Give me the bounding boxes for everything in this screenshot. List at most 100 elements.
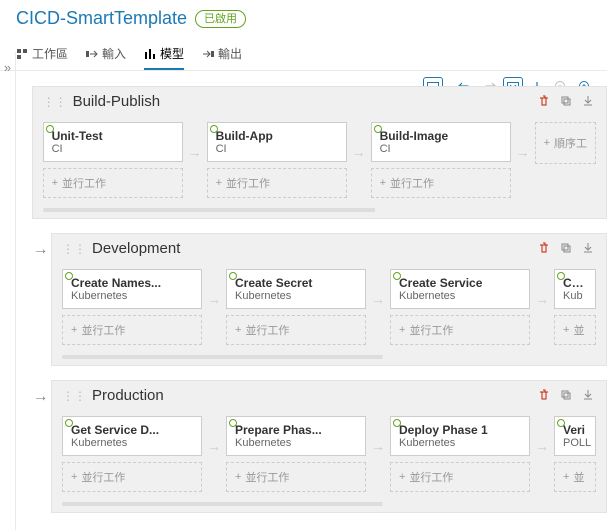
task-name: Unit-Test	[52, 129, 174, 143]
stage: ⋮⋮ProductionGet Service D...Kubernetes+並…	[51, 380, 607, 513]
task-name: Build-Image	[380, 129, 502, 143]
tab-icon	[202, 48, 214, 60]
task-card[interactable]: Build-ImageCI	[371, 122, 511, 162]
pipeline-canvas: ⋮⋮Build-PublishUnit-TestCI+並行工作→Build-Ap…	[18, 82, 607, 530]
download-icon[interactable]	[582, 389, 596, 403]
scrollbar[interactable]	[62, 355, 596, 359]
add-parallel-task-button[interactable]: +並行工作	[390, 462, 530, 492]
add-parallel-task-button[interactable]: + 並行工作	[62, 462, 202, 492]
tab-工作區[interactable]: 工作區	[16, 39, 68, 70]
plus-icon: +	[71, 324, 77, 336]
status-dot-icon	[65, 272, 73, 280]
task-name: Create Service	[399, 276, 521, 290]
add-parallel-task-button[interactable]: +並行工作	[226, 315, 366, 345]
task-arrow-icon: →	[206, 438, 222, 454]
status-dot-icon	[229, 419, 237, 427]
task-card[interactable]: Create SecretKubernetes	[226, 269, 366, 309]
tab-輸入[interactable]: 輸入	[86, 39, 126, 70]
plus-icon: +	[544, 137, 550, 149]
task-type: Kubernetes	[71, 437, 193, 449]
download-icon[interactable]	[582, 95, 596, 109]
drag-handle-icon[interactable]: ⋮⋮	[43, 95, 67, 109]
status-dot-icon	[210, 125, 218, 133]
task-card[interactable]: Unit-TestCI	[43, 122, 183, 162]
add-parallel-task-button[interactable]: + 並行工作	[43, 168, 183, 198]
page-title: CICD-SmartTemplate	[16, 8, 187, 29]
task-card[interactable]: CreaKub	[554, 269, 596, 309]
status-badge: 已啟用	[195, 10, 246, 28]
add-parallel-task-button[interactable]: +並	[554, 462, 596, 492]
task-card[interactable]: Deploy Phase 1Kubernetes	[390, 416, 530, 456]
plus-icon: +	[235, 471, 241, 483]
add-sequential-task-button[interactable]: +順序工	[535, 122, 596, 164]
add-parallel-task-button[interactable]: + 並行工作	[371, 168, 511, 198]
stage: ⋮⋮DevelopmentCreate Names...Kubernetes+並…	[51, 233, 607, 366]
copy-icon[interactable]	[560, 95, 574, 109]
status-dot-icon	[557, 419, 565, 427]
tab-模型[interactable]: 模型	[144, 39, 184, 70]
task-name: Build-App	[216, 129, 338, 143]
task-name: Prepare Phas...	[235, 423, 357, 437]
task-name: Create Names...	[71, 276, 193, 290]
add-parallel-task-button[interactable]: +並行工作	[226, 462, 366, 492]
tab-label: 工作區	[32, 45, 68, 62]
delete-icon[interactable]	[538, 242, 552, 256]
tab-icon	[16, 48, 28, 60]
status-dot-icon	[557, 272, 565, 280]
task-card[interactable]: Create ServiceKubernetes	[390, 269, 530, 309]
plus-icon: +	[399, 324, 405, 336]
parallel-label: 並行工作	[409, 469, 453, 485]
plus-icon: +	[380, 177, 386, 189]
status-dot-icon	[46, 125, 54, 133]
plus-icon: +	[235, 324, 241, 336]
drag-handle-icon[interactable]: ⋮⋮	[62, 389, 86, 403]
task-arrow-icon: →	[370, 291, 386, 307]
task-arrow-icon: →	[515, 144, 531, 160]
status-dot-icon	[229, 272, 237, 280]
scrollbar[interactable]	[62, 502, 596, 506]
task-card[interactable]: Build-AppCI	[207, 122, 347, 162]
status-dot-icon	[374, 125, 382, 133]
status-dot-icon	[65, 419, 73, 427]
delete-icon[interactable]	[538, 389, 552, 403]
copy-icon[interactable]	[560, 242, 574, 256]
add-parallel-task-button[interactable]: +並行工作	[207, 168, 347, 198]
delete-icon[interactable]	[538, 95, 552, 109]
task-type: Kubernetes	[71, 290, 193, 302]
parallel-label: 並行工作	[62, 175, 106, 191]
task-arrow-icon: →	[370, 438, 386, 454]
tab-icon	[144, 48, 156, 60]
task-card[interactable]: Prepare Phas...Kubernetes	[226, 416, 366, 456]
parallel-label: 並行工作	[409, 322, 453, 338]
task-card[interactable]: VeriPOLL	[554, 416, 596, 456]
task-type: Kub	[563, 290, 587, 302]
task-arrow-icon: →	[534, 291, 550, 307]
plus-icon: +	[563, 324, 569, 336]
chevron-right-icon: »	[4, 60, 11, 75]
task-arrow-icon: →	[351, 144, 367, 160]
stage: ⋮⋮Build-PublishUnit-TestCI+並行工作→Build-Ap…	[32, 86, 607, 219]
task-type: CI	[52, 143, 174, 155]
add-parallel-task-button[interactable]: + 並行工作	[390, 315, 530, 345]
sidebar-expand[interactable]: »	[0, 52, 16, 530]
drag-handle-icon[interactable]: ⋮⋮	[62, 242, 86, 256]
task-type: Kubernetes	[235, 290, 357, 302]
status-dot-icon	[393, 419, 401, 427]
plus-icon: +	[71, 471, 77, 483]
add-parallel-task-button[interactable]: +並	[554, 315, 596, 345]
parallel-label: 並行工作	[81, 469, 125, 485]
tab-輸出[interactable]: 輸出	[202, 39, 242, 70]
parallel-label: 並行工作	[390, 175, 434, 191]
copy-icon[interactable]	[560, 389, 574, 403]
task-card[interactable]: Create Names...Kubernetes	[62, 269, 202, 309]
scrollbar[interactable]	[43, 208, 596, 212]
task-arrow-icon: →	[187, 144, 203, 160]
add-parallel-task-button[interactable]: +並行工作	[62, 315, 202, 345]
task-name: Create Secret	[235, 276, 357, 290]
task-type: POLL	[563, 437, 587, 449]
task-card[interactable]: Get Service D...Kubernetes	[62, 416, 202, 456]
plus-icon: +	[52, 177, 58, 189]
download-icon[interactable]	[582, 242, 596, 256]
task-type: Kubernetes	[399, 290, 521, 302]
tab-label: 輸入	[102, 45, 126, 62]
